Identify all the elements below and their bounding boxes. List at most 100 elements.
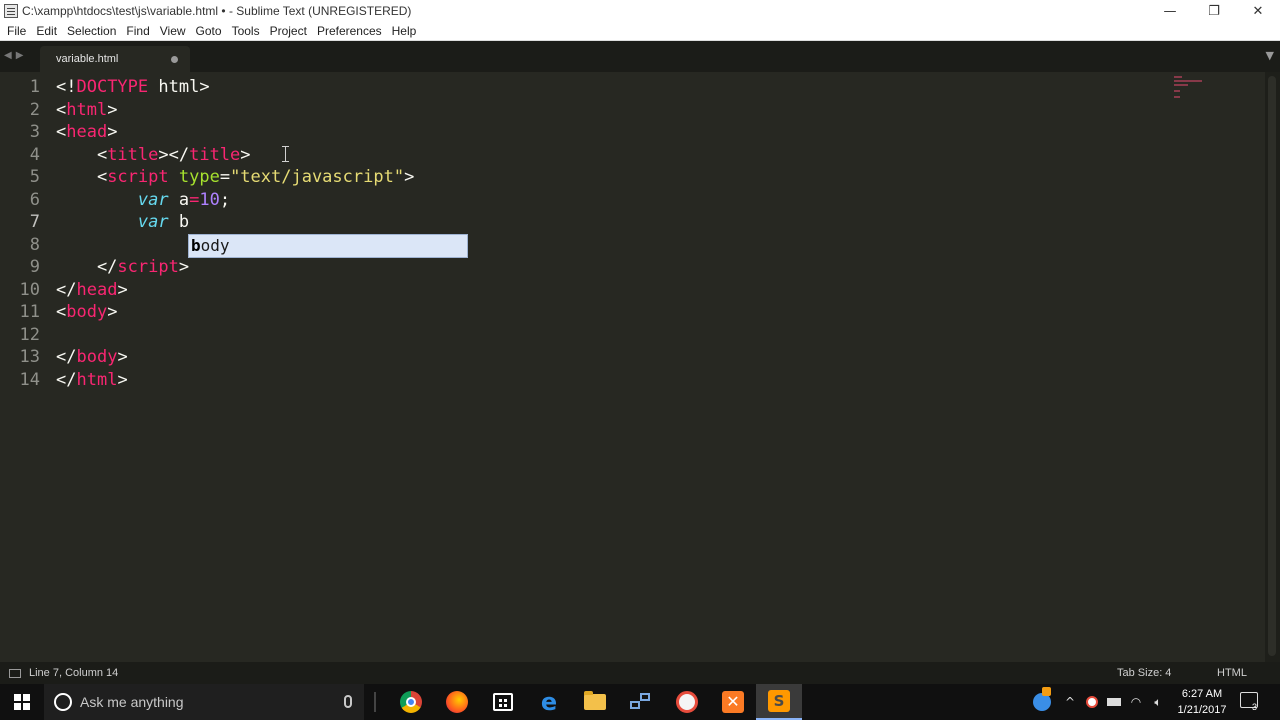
code-line[interactable]: <title></title> [56, 144, 414, 167]
code-line[interactable]: </body> [56, 346, 414, 369]
vertical-scrollbar[interactable] [1265, 72, 1280, 662]
code-token: body [66, 302, 108, 322]
code-token: > [117, 347, 128, 367]
line-number: 9 [29, 257, 40, 277]
tab-size-indicator[interactable]: Tab Size: 4 [1117, 662, 1171, 684]
battery-icon[interactable] [1104, 684, 1124, 720]
window-title: C:\xampp\htdocs\test\js\variable.html • … [22, 4, 412, 18]
code-line[interactable]: <body> [56, 301, 414, 324]
menu-view[interactable]: View [155, 24, 191, 38]
menu-file[interactable]: File [2, 24, 31, 38]
taskbar-network-app[interactable] [618, 684, 664, 720]
code-token: > [107, 122, 118, 142]
taskbar-app-red[interactable] [664, 684, 710, 720]
minimize-button[interactable]: — [1148, 0, 1192, 22]
code-token: title [189, 144, 241, 165]
tab-dropdown-icon[interactable]: ▼ [1266, 49, 1274, 62]
code-token: </ [56, 279, 77, 300]
taskbar-firefox[interactable] [434, 684, 480, 720]
taskbar-file-explorer[interactable] [572, 684, 618, 720]
restore-button[interactable]: ❐ [1192, 0, 1236, 22]
code-line[interactable]: </script> [56, 256, 414, 279]
code-line[interactable]: <script type="text/javascript"> [56, 166, 414, 189]
code-line[interactable]: <html> [56, 99, 414, 122]
code-token: html [66, 99, 108, 120]
scrollbar-thumb[interactable] [1268, 76, 1276, 656]
tray-record-icon[interactable] [1082, 684, 1102, 720]
volume-icon[interactable]: 🔈︎ [1148, 684, 1168, 720]
code-token: </ [56, 347, 77, 367]
cortana-search[interactable]: Ask me anything [44, 684, 364, 720]
code-line[interactable]: <head> [56, 121, 414, 144]
line-number: 10 [19, 279, 40, 300]
cortana-icon [54, 693, 72, 711]
panel-toggle-icon[interactable] [9, 668, 21, 678]
taskbar-edge[interactable]: e [526, 684, 572, 720]
line-number: 4 [29, 144, 40, 165]
menu-preferences[interactable]: Preferences [312, 24, 387, 38]
code-token: > [240, 144, 261, 165]
menu-project[interactable]: Project [265, 24, 312, 38]
tab-prev-icon[interactable]: ◀ [4, 50, 12, 61]
syntax-indicator[interactable]: HTML [1217, 662, 1247, 684]
taskbar-xampp[interactable]: ✕ [710, 684, 756, 720]
code-token: var [137, 189, 169, 210]
code-token: < [56, 167, 108, 187]
wifi-icon[interactable]: ◠ [1126, 684, 1146, 720]
menu-selection[interactable]: Selection [62, 24, 121, 38]
minimap-line [1174, 76, 1182, 78]
menu-find[interactable]: Find [121, 24, 154, 38]
code-token: script [107, 167, 169, 187]
clock-date: 1/21/2017 [1177, 704, 1227, 716]
code-line[interactable]: </head> [56, 279, 414, 302]
code-token: head [76, 279, 118, 300]
code-token: body [76, 347, 118, 367]
tray-app-icon[interactable] [1030, 684, 1054, 720]
taskbar-separator [374, 692, 376, 712]
code-token: < [56, 99, 67, 120]
start-button[interactable] [0, 684, 44, 720]
autocomplete-item-body[interactable]: body [189, 235, 467, 257]
title-bar: C:\xampp\htdocs\test\js\variable.html • … [0, 0, 1280, 22]
taskbar-chrome[interactable] [388, 684, 434, 720]
line-number: 6 [29, 189, 40, 210]
taskbar-sublime[interactable]: S [756, 684, 802, 720]
menu-tools[interactable]: Tools [227, 24, 265, 38]
code-token: script [117, 257, 179, 277]
code-line[interactable]: var b [56, 211, 414, 234]
window-controls: — ❐ ✕ [1148, 0, 1280, 22]
line-number: 11 [19, 302, 40, 322]
code-line[interactable]: var a=10; [56, 189, 414, 212]
code-editor[interactable]: 1 2 3 4 5 6 7 8 9 10 11 12 13 14 <!DOCTY… [0, 72, 1265, 662]
show-hidden-icons-icon[interactable]: ^ [1060, 684, 1080, 720]
code-line[interactable]: </html> [56, 369, 414, 392]
taskbar-store[interactable] [480, 684, 526, 720]
tab-variable-html[interactable]: variable.html [40, 46, 190, 72]
code-token: <! [56, 77, 77, 97]
line-number: 2 [29, 99, 40, 120]
tab-next-icon[interactable]: ▶ [16, 50, 24, 61]
close-button[interactable]: ✕ [1236, 0, 1280, 22]
system-clock[interactable]: 6:27 AM 1/21/2017 [1172, 686, 1232, 718]
menu-goto[interactable]: Goto [191, 24, 227, 38]
code-line[interactable]: <!DOCTYPE html> [56, 76, 414, 99]
microphone-icon[interactable] [344, 695, 352, 708]
code-token: a [168, 189, 190, 210]
line-number: 3 [29, 122, 40, 142]
tab-label: variable.html [56, 53, 119, 65]
code-token: b [168, 212, 190, 232]
code-token: > [117, 369, 128, 390]
notification-count: 3 [1252, 702, 1258, 712]
autocomplete-popup[interactable]: body [188, 234, 468, 258]
windows-logo-icon [14, 694, 30, 710]
menu-help[interactable]: Help [387, 24, 422, 38]
code-line[interactable] [56, 324, 414, 347]
menu-edit[interactable]: Edit [31, 24, 62, 38]
code-token: < [56, 122, 67, 142]
clock-time: 6:27 AM [1181, 688, 1223, 700]
minimap[interactable] [1170, 74, 1210, 104]
unsaved-dot-icon[interactable] [171, 56, 178, 63]
line-number-active: 7 [29, 212, 40, 232]
